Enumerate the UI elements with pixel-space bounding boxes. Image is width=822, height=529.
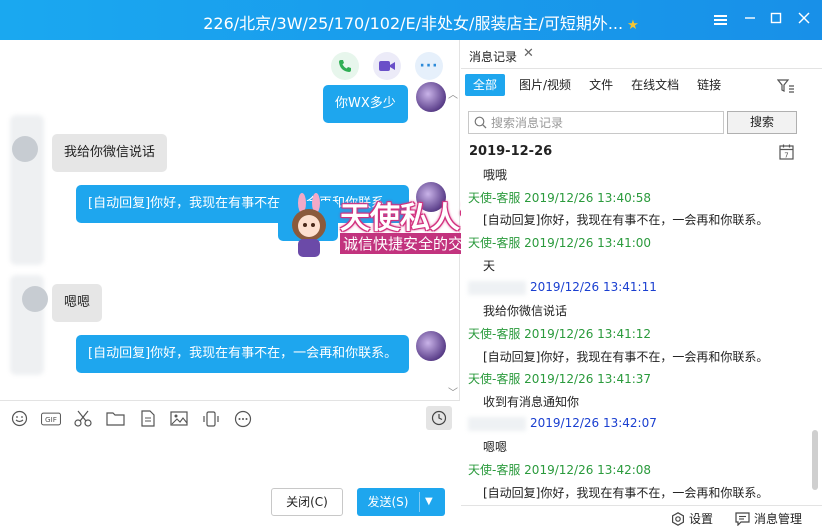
message-timestamp: 2019/12/26 13:41:00 [524,236,652,250]
send-button[interactable]: 发送(S) ▼ [357,488,445,516]
message-timestamp: 2019/12/26 13:41:12 [524,327,652,341]
calendar-icon[interactable]: 7 [779,144,794,163]
window-title-wrap: 226/北京/3W/25/170/102/E/非处女/服装店主/可短期外... ★ [0,10,672,34]
message-manage-label: 消息管理 [754,512,803,526]
gif-icon[interactable]: GIF [41,409,61,429]
close-button[interactable]: 关闭(C) [271,488,343,516]
sender-name: 天使-客服 [468,236,521,250]
sender-name: 天使-客服 [468,463,521,477]
history-scrollbar[interactable] [812,430,818,490]
history-footer: 设置 消息管理 [461,505,822,529]
message-timestamp: 2019/12/26 13:40:58 [524,191,652,205]
history-message-header[interactable]: 天使-客服 2019/12/26 13:41:12 [468,325,651,342]
history-message-header[interactable]: 天使-客服 2019/12/26 13:41:00 [468,234,651,251]
image-icon[interactable] [169,409,189,429]
filter-media[interactable]: 图片/视频 [519,74,571,96]
scroll-down-icon[interactable]: ﹀ [448,384,458,399]
scissors-icon[interactable] [73,409,93,429]
send-label: 发送(S) [367,495,409,509]
history-panel: 消息记录 ✕ 全部 图片/视频 文件 在线文档 链接 搜索 2019-12-26… [461,40,822,529]
message-manage-icon [735,511,750,526]
filter-all[interactable]: 全部 [465,74,506,96]
input-toolbar: GIF [0,400,460,436]
message-timestamp: 2019/12/26 13:41:11 [530,280,657,294]
history-message-text[interactable]: [自动回复]你好，我现在有事不在，一会再和你联系。 [483,211,768,228]
settings-label: 设置 [689,512,714,526]
settings-button[interactable]: 设置 [671,510,713,527]
search-icon [474,116,487,132]
date-heading: 2019-12-26 [469,144,553,159]
sender-name: 天使-客服 [468,327,521,341]
filter-files[interactable]: 文件 [589,74,613,96]
svg-text:7: 7 [784,152,788,160]
message-manage-button[interactable]: 消息管理 [735,510,802,527]
window-title: 226/北京/3W/25/170/102/E/非处女/服装店主/可短期外... [203,14,624,33]
history-message-text[interactable]: [自动回复]你好，我现在有事不在，一会再和你联系。 [483,484,768,501]
star-icon[interactable]: ★ [627,18,639,33]
history-message-header[interactable]: 天使-客服 2019/12/26 13:42:08 [468,461,651,478]
document-icon[interactable] [137,409,157,429]
message-bubble-outgoing[interactable]: [自动回复]你好，我现在有事不在，一会再和你联系。 [76,335,410,373]
search-field[interactable] [468,111,724,134]
history-message-header[interactable]: 天使-客服 2019/12/26 13:41:37 [468,370,651,387]
gear-icon [672,511,684,526]
search-button[interactable]: 搜索 [727,111,797,134]
title-bar: 226/北京/3W/25/170/102/E/非处女/服装店主/可短期外... ★ [0,0,822,40]
folder-icon[interactable] [105,409,125,429]
message-timestamp: 2019/12/26 13:41:37 [524,372,652,386]
blurred-sender-name [468,416,526,431]
menu-icon[interactable] [708,8,732,32]
tab-history[interactable]: 消息记录 [469,48,517,65]
message-timestamp: 2019/12/26 13:42:08 [524,463,652,477]
filter-links[interactable]: 链接 [697,74,721,96]
history-message-text[interactable]: 天 [483,257,495,274]
call-actions: ··· [331,52,443,80]
history-clock-icon[interactable] [426,406,452,430]
emoji-icon[interactable] [9,409,29,429]
avatar[interactable] [416,82,446,112]
scroll-up-icon[interactable]: ︿ [448,86,458,101]
history-message-text[interactable]: 哦哦 [483,166,507,183]
filter-docs[interactable]: 在线文档 [631,74,679,96]
history-message-header[interactable]: 天使-客服 2019/12/26 13:40:58 [468,189,651,206]
history-message-text[interactable]: [自动回复]你好，我现在有事不在，一会再和你联系。 [483,348,768,365]
video-call-icon[interactable] [373,52,401,80]
message-bubble-incoming[interactable]: 嗯嗯 [52,284,103,322]
phone-icon[interactable] [331,52,359,80]
minimize-icon[interactable] [738,8,762,32]
filter-tabs: 全部 图片/视频 文件 在线文档 链接 [465,74,739,96]
sender-name: 天使-客服 [468,191,521,205]
message-bubble-incoming[interactable]: 我给你微信说话 [52,134,168,172]
blurred-sender-name [468,280,526,295]
more-options-icon[interactable]: ··· [415,52,443,80]
message-bubble-outgoing[interactable]: 你WX多少 [323,85,408,123]
history-message-text[interactable]: 收到有消息通知你 [483,393,579,410]
message-timestamp: 2019/12/26 13:42:07 [530,416,657,430]
avatar[interactable] [22,286,48,312]
search-input[interactable] [491,115,716,130]
sender-name: 天使-客服 [468,372,521,386]
history-message-text[interactable]: 我给你微信说话 [483,302,567,319]
mascot-girl-icon [292,193,326,257]
history-message-header[interactable]: 2019/12/26 13:41:11 [468,280,657,295]
maximize-icon[interactable] [764,8,788,32]
filter-icon[interactable] [776,78,795,97]
shake-icon[interactable] [201,409,221,429]
avatar[interactable] [416,331,446,361]
chevron-down-icon[interactable]: ▼ [425,488,433,516]
close-icon[interactable] [792,8,816,32]
avatar[interactable] [12,136,38,162]
history-message-header[interactable]: 2019/12/26 13:42:07 [468,416,657,431]
history-message-text[interactable]: 嗯嗯 [483,438,507,455]
close-tab-icon[interactable]: ✕ [523,46,534,61]
more-icon[interactable] [233,409,253,429]
gif-label: GIF [45,415,57,424]
